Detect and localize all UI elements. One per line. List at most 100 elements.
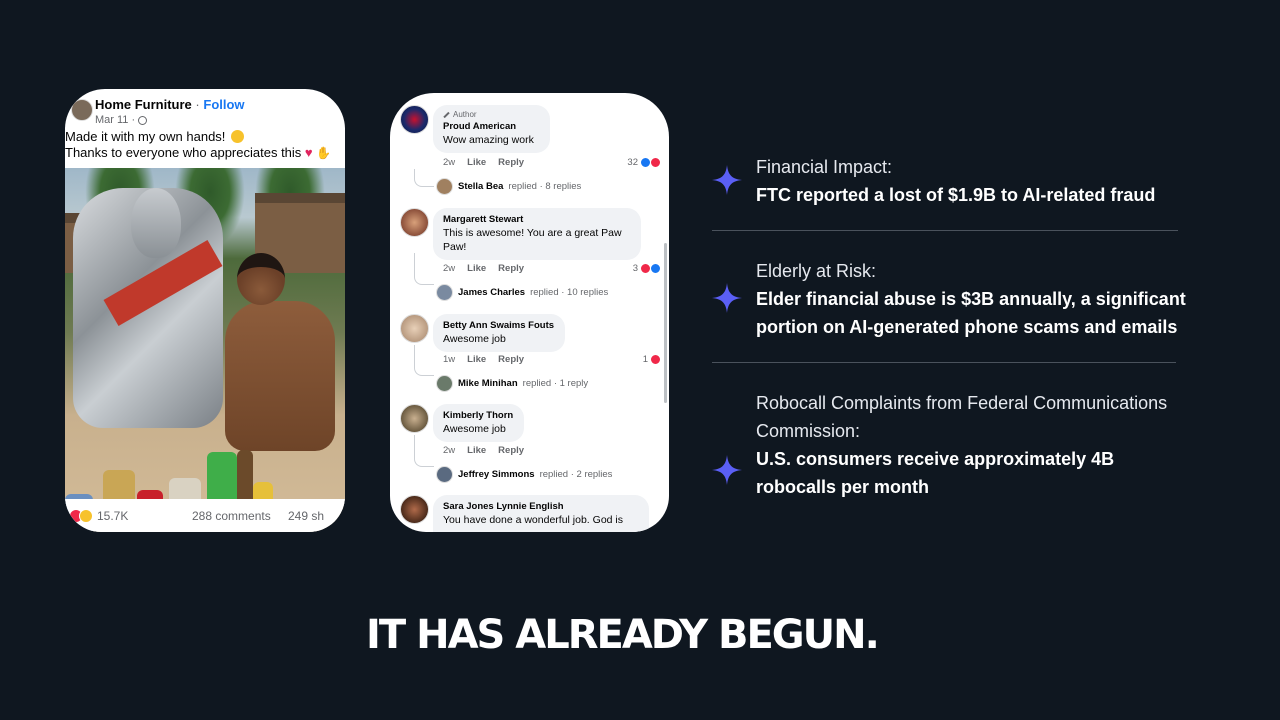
reply-button[interactable]: Reply bbox=[498, 263, 524, 274]
post-caption: Made it with my own hands! Thanks to eve… bbox=[65, 129, 345, 161]
divider bbox=[712, 230, 1178, 231]
reply-button[interactable]: Reply bbox=[498, 157, 524, 168]
sparkle-icon bbox=[712, 455, 742, 485]
haha-reaction-icon bbox=[79, 508, 93, 523]
divider bbox=[712, 362, 1176, 363]
comment-bubble: Author Proud American Wow amazing work bbox=[433, 105, 550, 153]
stat-body-line-1: Elder financial abuse is $3B annually, a… bbox=[756, 289, 1186, 309]
reply-thread-line bbox=[414, 435, 434, 467]
comment-reactions[interactable]: 32 bbox=[627, 157, 661, 168]
replier-name: James Charles bbox=[458, 287, 526, 298]
comment-bubble: Margarett Stewart This is awesome! You a… bbox=[433, 208, 641, 260]
view-replies-link[interactable]: James Charles replied · 10 replies bbox=[436, 284, 608, 301]
replier-avatar bbox=[436, 178, 453, 195]
page-avatar[interactable] bbox=[71, 99, 93, 121]
reactions-count[interactable]: 15.7K bbox=[97, 509, 128, 523]
commenter-avatar[interactable] bbox=[400, 495, 429, 524]
commenter-name[interactable]: Proud American bbox=[443, 120, 540, 133]
boy bbox=[225, 253, 335, 453]
comment-reactions[interactable]: 1 bbox=[643, 354, 661, 365]
reply-thread-line bbox=[414, 345, 434, 376]
commenter-avatar[interactable] bbox=[400, 208, 429, 237]
like-button[interactable]: Like bbox=[467, 445, 486, 456]
replies-count: replied · 8 replies bbox=[508, 181, 582, 192]
reaction-count: 1 bbox=[642, 354, 648, 365]
comment-actions: 1w Like Reply bbox=[443, 354, 524, 365]
statue-head bbox=[131, 188, 181, 258]
replies-count: replied · 1 reply bbox=[522, 378, 589, 389]
scrollbar[interactable] bbox=[664, 243, 667, 403]
globe-icon bbox=[138, 115, 148, 125]
comment-actions: 2w Like Reply bbox=[443, 157, 524, 168]
reply-thread-line bbox=[414, 169, 434, 187]
commenter-name[interactable]: Sara Jones Lynnie English bbox=[443, 500, 639, 513]
can-statue bbox=[73, 188, 223, 428]
replier-avatar bbox=[436, 375, 453, 392]
comment-text: Awesome job bbox=[443, 333, 506, 345]
post-footer: 15.7K 288 comments 249 sh bbox=[65, 499, 345, 532]
stat-heading-line-1: Robocall Complaints from Federal Communi… bbox=[756, 393, 1168, 413]
post-image[interactable] bbox=[65, 168, 345, 532]
comment-time[interactable]: 2w bbox=[443, 263, 455, 274]
page-name[interactable]: Home Furniture bbox=[95, 97, 192, 112]
replier-name: Mike Minihan bbox=[458, 378, 518, 389]
view-replies-link[interactable]: Jeffrey Simmons replied · 2 replies bbox=[436, 466, 612, 483]
replies-count: replied · 2 replies bbox=[539, 469, 613, 480]
commenter-name[interactable]: Betty Ann Swaims Fouts bbox=[443, 319, 555, 332]
sparkle-icon bbox=[712, 165, 742, 195]
comment-text-line-1: This is awesome! You are a great Paw bbox=[443, 227, 622, 239]
view-replies-link[interactable]: Stella Bea replied · 8 replies bbox=[436, 178, 581, 195]
comment-text: You have done a wonderful job. God is bbox=[443, 514, 623, 526]
stat-body-line-1: U.S. consumers receive approximately 4B bbox=[756, 449, 1115, 469]
smile-emoji-icon bbox=[231, 130, 245, 143]
love-reaction-icon bbox=[650, 157, 661, 168]
comment-time[interactable]: 2w bbox=[443, 157, 455, 168]
like-reaction-icon bbox=[650, 263, 661, 274]
commenter-avatar[interactable] bbox=[400, 314, 429, 343]
comment-text-line-2: Paw! bbox=[443, 241, 467, 253]
comments-screenshot-card: Author Proud American Wow amazing work 2… bbox=[390, 93, 669, 532]
reply-button[interactable]: Reply bbox=[498, 354, 524, 365]
replier-avatar bbox=[436, 466, 453, 483]
replier-name: Jeffrey Simmons bbox=[458, 469, 535, 480]
author-badge: Author bbox=[443, 110, 540, 120]
comments-count[interactable]: 288 comments bbox=[192, 509, 271, 523]
commenter-avatar[interactable] bbox=[400, 105, 429, 134]
comment-text: Wow amazing work bbox=[443, 134, 534, 146]
commenter-avatar[interactable] bbox=[400, 404, 429, 433]
like-button[interactable]: Like bbox=[467, 354, 486, 365]
comment-bubble: Sara Jones Lynnie English You have done … bbox=[433, 495, 649, 532]
slide-headline: IT HAS ALREADY BEGUN. bbox=[366, 612, 880, 658]
author-tag-label: Author bbox=[453, 110, 477, 119]
boy-head bbox=[237, 253, 285, 305]
commenter-name[interactable]: Kimberly Thorn bbox=[443, 409, 514, 422]
comment-time[interactable]: 1w bbox=[443, 354, 455, 365]
pray-emoji-icon: ✋ bbox=[316, 146, 332, 160]
separator: · bbox=[195, 97, 200, 112]
stat-body-line-2: robocalls per month bbox=[756, 477, 930, 497]
comment-reactions[interactable]: 3 bbox=[633, 263, 661, 274]
post-date[interactable]: Mar 11 · bbox=[95, 114, 135, 126]
like-button[interactable]: Like bbox=[467, 157, 486, 168]
view-replies-link[interactable]: Mike Minihan replied · 1 reply bbox=[436, 375, 588, 392]
shares-count[interactable]: 249 sh bbox=[288, 509, 324, 523]
reply-button[interactable]: Reply bbox=[498, 445, 524, 456]
reaction-icons[interactable] bbox=[69, 508, 93, 523]
stat-heading: Elderly at Risk: bbox=[756, 261, 877, 281]
stat-body: FTC reported a lost of $1.9B to AI-relat… bbox=[756, 185, 1156, 205]
heart-emoji-icon: ♥ bbox=[304, 145, 313, 160]
replies-count: replied · 10 replies bbox=[530, 287, 609, 298]
comment-actions: 2w Like Reply bbox=[443, 263, 524, 274]
like-button[interactable]: Like bbox=[467, 263, 486, 274]
commenter-name[interactable]: Margarett Stewart bbox=[443, 213, 631, 226]
stat-heading-line-2: Commission: bbox=[756, 421, 861, 441]
post-screenshot-card: Home Furniture · Follow Mar 11 · Made it… bbox=[65, 89, 345, 532]
replier-name: Stella Bea bbox=[458, 181, 504, 192]
sparkle-icon bbox=[712, 283, 742, 313]
reaction-count: 32 bbox=[627, 157, 638, 168]
comment-bubble: Betty Ann Swaims Fouts Awesome job bbox=[433, 314, 565, 352]
love-reaction-icon bbox=[650, 354, 661, 365]
follow-button[interactable]: Follow bbox=[203, 97, 244, 112]
reply-thread-line bbox=[414, 253, 434, 285]
comment-time[interactable]: 2w bbox=[443, 445, 455, 456]
